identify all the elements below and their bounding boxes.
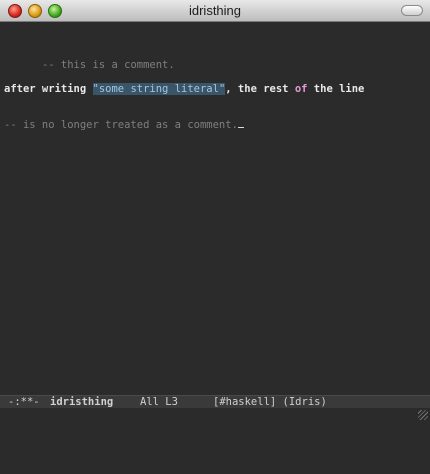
title-bar[interactable]: idristhing bbox=[0, 0, 430, 22]
buffer-line-2: after writing "some string literal", the… bbox=[4, 83, 426, 95]
buffer-line-3: -- is no longer treated as a comment. bbox=[4, 119, 426, 131]
minibuffer[interactable] bbox=[0, 408, 430, 422]
code-text: , the rest bbox=[225, 83, 295, 95]
comment-text: -- this is a comment. bbox=[41, 59, 175, 71]
mode-line: -:**- idristhing All L3 [#haskell] (Idri… bbox=[0, 395, 430, 408]
emacs-window: idristhing -- this is a comment. after w… bbox=[0, 0, 430, 422]
buffer-line-1: -- this is a comment. bbox=[4, 47, 426, 71]
comment-text: -- is no longer treated as a comment. bbox=[4, 119, 238, 131]
editor-buffer[interactable]: -- this is a comment. after writing "som… bbox=[4, 23, 426, 155]
window-title: idristhing bbox=[188, 3, 242, 18]
code-text: after writing bbox=[4, 83, 93, 95]
string-literal: "some string literal" bbox=[92, 83, 226, 95]
code-text: the line bbox=[307, 83, 365, 95]
resize-grip-icon[interactable] bbox=[418, 410, 428, 420]
keyword-text: of bbox=[294, 83, 308, 95]
toolbar-toggle-icon[interactable] bbox=[401, 5, 423, 16]
text-cursor bbox=[237, 127, 244, 128]
